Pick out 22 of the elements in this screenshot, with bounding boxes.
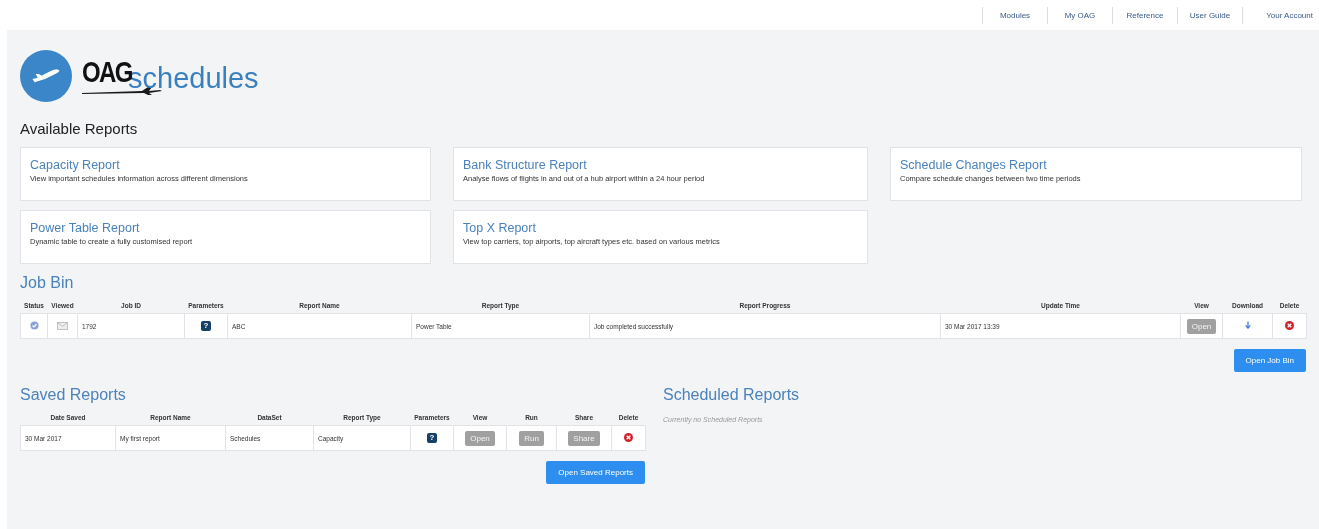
- section-title: Saved Reports: [20, 386, 127, 404]
- help-button[interactable]: ?: [427, 433, 437, 443]
- nav-link[interactable]: Your Account: [1242, 6, 1315, 24]
- nav-link[interactable]: Reference: [1112, 6, 1177, 24]
- nav-link[interactable]: Modules: [982, 6, 1047, 24]
- envelope-icon: [57, 321, 68, 330]
- delete-icon[interactable]: [1285, 321, 1294, 330]
- section-title: Job Bin: [20, 274, 75, 292]
- section-title: Available Reports: [20, 120, 139, 137]
- section-title: Scheduled Reports: [663, 386, 800, 404]
- card-title: Capacity Report: [30, 158, 120, 172]
- nav-link[interactable]: User Guide: [1177, 6, 1242, 24]
- card-title: Bank Structure Report: [463, 158, 587, 172]
- nav-link[interactable]: My OAG: [1047, 6, 1112, 24]
- check-circle-icon: [29, 321, 39, 330]
- card-title: Power Table Report: [30, 221, 140, 235]
- help-button[interactable]: ?: [201, 321, 211, 331]
- airplane-logo-icon: [20, 50, 72, 102]
- download-arrow-icon[interactable]: [1244, 320, 1251, 331]
- delete-icon[interactable]: [624, 433, 633, 442]
- card-title: Top X Report: [463, 221, 536, 235]
- card-title: Schedule Changes Report: [900, 158, 1047, 172]
